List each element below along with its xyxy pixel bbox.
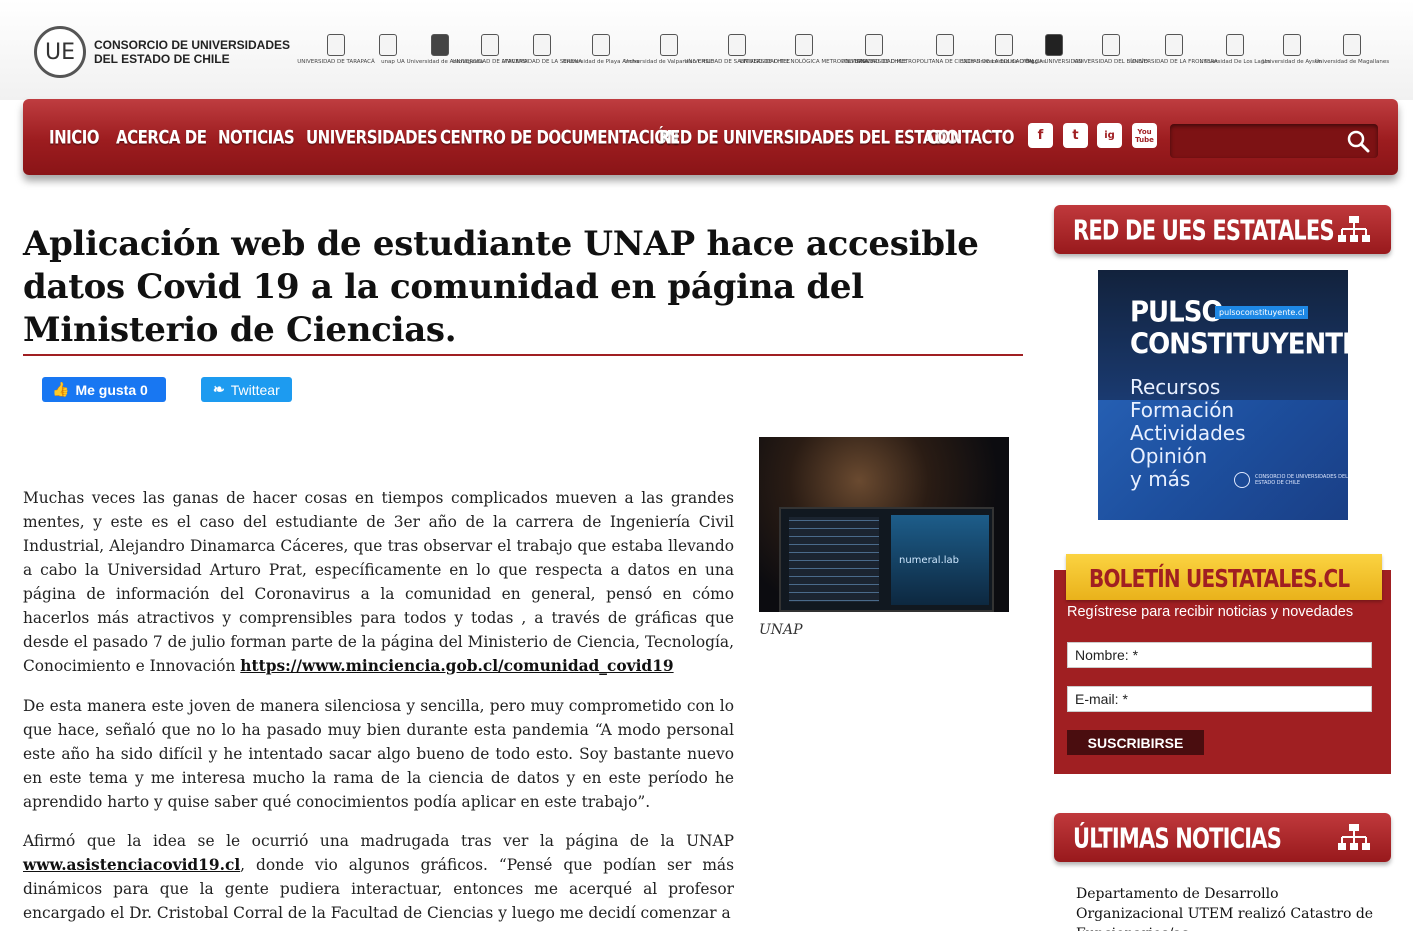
nav-item-contacto[interactable]: CONTACTO bbox=[927, 126, 1014, 149]
search-icon[interactable] bbox=[1346, 129, 1370, 153]
banner-item: Actividades bbox=[1130, 421, 1246, 445]
banner-title-2: CONSTITUYENTE bbox=[1130, 328, 1348, 361]
university-logo[interactable]: UNIVERSIDAD DE TARAPACÁ bbox=[297, 34, 375, 78]
red-ues-title: RED DE UES ESTATALES bbox=[1073, 215, 1335, 247]
instagram-icon[interactable]: ig bbox=[1097, 123, 1122, 148]
asistenciacovid-link[interactable]: www.asistenciacovid19.cl bbox=[23, 856, 240, 874]
photo-caption: UNAP bbox=[759, 622, 803, 638]
article-photo: numeral.lab bbox=[759, 437, 1009, 612]
university-logo[interactable]: Universidad de Magallanes bbox=[1315, 34, 1389, 78]
search-box bbox=[1170, 124, 1378, 158]
banner-title-1: PULSO bbox=[1130, 296, 1224, 329]
university-logo[interactable]: UNIVERSIDAD DE SANTIAGO DE CHILE bbox=[684, 34, 790, 78]
university-logo[interactable]: UOH Universidad de O'Higgins bbox=[962, 34, 1046, 78]
university-logo[interactable]: TALCA UNIVERSIDAD bbox=[1025, 34, 1083, 78]
twitter-icon[interactable]: t bbox=[1063, 123, 1088, 148]
twitter-bird-icon: ❧ bbox=[213, 381, 225, 397]
latest-news-header: ÚLTIMAS NOTICIAS bbox=[1054, 813, 1391, 862]
university-logo[interactable]: UA Universidad de Antofagasta bbox=[397, 34, 483, 78]
newsletter-ribbon: BOLETÍN UESTATALES.CL bbox=[1066, 554, 1382, 600]
banner-item: Formación bbox=[1130, 398, 1235, 422]
article-paragraph-3: Afirmó que la idea se le ocurrió una mad… bbox=[23, 832, 734, 922]
university-logo[interactable]: Universidad de Valparaíso CHILE bbox=[624, 34, 714, 78]
university-logo[interactable]: UNIVERSIDAD DE LA FRONTERA bbox=[1130, 34, 1218, 78]
article-title: Aplicación web de estudiante UNAP hace a… bbox=[23, 224, 979, 350]
minciencia-link[interactable]: https://www.minciencia.gob.cl/comunidad_… bbox=[240, 657, 673, 675]
top-header: UE CONSORCIO DE UNIVERSIDADES DEL ESTADO… bbox=[0, 0, 1413, 100]
university-logo[interactable]: UNIVERSIDAD DEL BÍO-BÍO bbox=[1074, 34, 1148, 78]
network-icon bbox=[1338, 216, 1370, 242]
facebook-icon[interactable]: f bbox=[1028, 123, 1053, 148]
article-paragraph-2: De esta manera este joven de manera sile… bbox=[23, 697, 734, 811]
tweet-button[interactable]: ❧ Twittear bbox=[201, 377, 292, 402]
nav-item-inicio[interactable]: INICIO bbox=[49, 126, 100, 149]
red-ues-header: RED DE UES ESTATALES bbox=[1054, 205, 1391, 254]
search-input[interactable] bbox=[1176, 130, 1336, 152]
university-logo[interactable]: UNIVERSIDAD DE CHILE bbox=[841, 34, 907, 78]
network-icon bbox=[1338, 824, 1370, 850]
university-logo[interactable]: UNIVERSIDAD TECNOLÓGICA METROPOLITANA bbox=[740, 34, 868, 78]
like-label: Me gusta 0 bbox=[75, 381, 148, 398]
photo-brand-text: numeral.lab bbox=[899, 555, 960, 566]
newsletter-subtitle: Regístrese para recibir noticias y noved… bbox=[1067, 604, 1354, 620]
banner-url: pulsoconstituyente.cl bbox=[1215, 306, 1309, 319]
subscribe-button[interactable]: SUSCRIBIRSE bbox=[1067, 730, 1204, 755]
ue-mini-logo-icon bbox=[1234, 472, 1250, 488]
title-divider bbox=[23, 354, 1023, 356]
banner-item: Recursos bbox=[1130, 375, 1221, 399]
laptop-screen: numeral.lab bbox=[779, 507, 994, 612]
ue-logo-mark: UE bbox=[34, 26, 86, 78]
facebook-like-button[interactable]: 👍 Me gusta 0 bbox=[42, 377, 166, 402]
nav-item-noticias[interactable]: NOTICIAS bbox=[218, 126, 295, 149]
newsletter-title: BOLETÍN UESTATALES.CL bbox=[1089, 563, 1350, 593]
nav-item-acerca-de[interactable]: ACERCA DE bbox=[116, 126, 207, 149]
article-paragraph-1: Muchas veces las ganas de hacer cosas en… bbox=[23, 489, 734, 675]
newsletter-box: BOLETÍN UESTATALES.CL Regístrese para re… bbox=[1054, 554, 1391, 774]
banner-mini-text: CONSORCIO DE UNIVERSIDADES DEL ESTADO DE… bbox=[1255, 474, 1348, 486]
university-logo[interactable]: Universidad de Playa Ancha bbox=[563, 34, 639, 78]
banner-item: y más bbox=[1130, 467, 1191, 491]
latest-news-item[interactable]: Departamento de Desarrollo Organizaciona… bbox=[1076, 884, 1376, 931]
logo-line-2: DEL ESTADO DE CHILE bbox=[94, 52, 230, 66]
nav-item-centro-documentacion[interactable]: CENTRO DE DOCUMENTACIÓN bbox=[440, 126, 679, 149]
name-field[interactable]: Nombre: * bbox=[1067, 642, 1372, 668]
banner-item: Opinión bbox=[1130, 444, 1208, 468]
university-logo[interactable]: UNIVERSIDAD DE LA SERENA bbox=[502, 34, 582, 78]
logo-line-1: CONSORCIO DE UNIVERSIDADES bbox=[94, 38, 291, 52]
consorcio-logo[interactable]: UE CONSORCIO DE UNIVERSIDADES DEL ESTADO… bbox=[34, 26, 290, 78]
university-logo[interactable]: UNIVERSIDAD METROPOLITANA DE CIENCIAS DE… bbox=[857, 34, 1033, 78]
university-logo[interactable]: unap bbox=[366, 34, 410, 78]
latest-news-title: ÚLTIMAS NOTICIAS bbox=[1073, 823, 1282, 855]
tweet-label: Twittear bbox=[230, 381, 280, 398]
email-field[interactable]: E-mail: * bbox=[1067, 686, 1372, 712]
pulso-constituyente-banner[interactable]: PULSO pulsoconstituyente.cl CONSTITUYENT… bbox=[1098, 270, 1348, 520]
youtube-icon[interactable]: You Tube bbox=[1132, 123, 1157, 148]
university-logo[interactable]: Universidad de Aysén bbox=[1262, 34, 1322, 78]
thumbs-up-icon: 👍 bbox=[52, 381, 70, 397]
main-nav: INICIO ACERCA DE NOTICIAS UNIVERSIDADES … bbox=[23, 99, 1398, 175]
university-logos: UNIVERSIDAD DE TARAPACÁ unap UA Universi… bbox=[297, 34, 1391, 78]
university-logo[interactable]: Universidad De Los Lagos bbox=[1200, 34, 1270, 78]
nav-item-universidades[interactable]: UNIVERSIDADES bbox=[306, 126, 438, 149]
university-logo[interactable]: UNIVERSIDAD DE ATACAMA bbox=[452, 34, 528, 78]
nav-item-red-universidades[interactable]: RED DE UNIVERSIDADES DEL ESTADO bbox=[659, 126, 959, 149]
